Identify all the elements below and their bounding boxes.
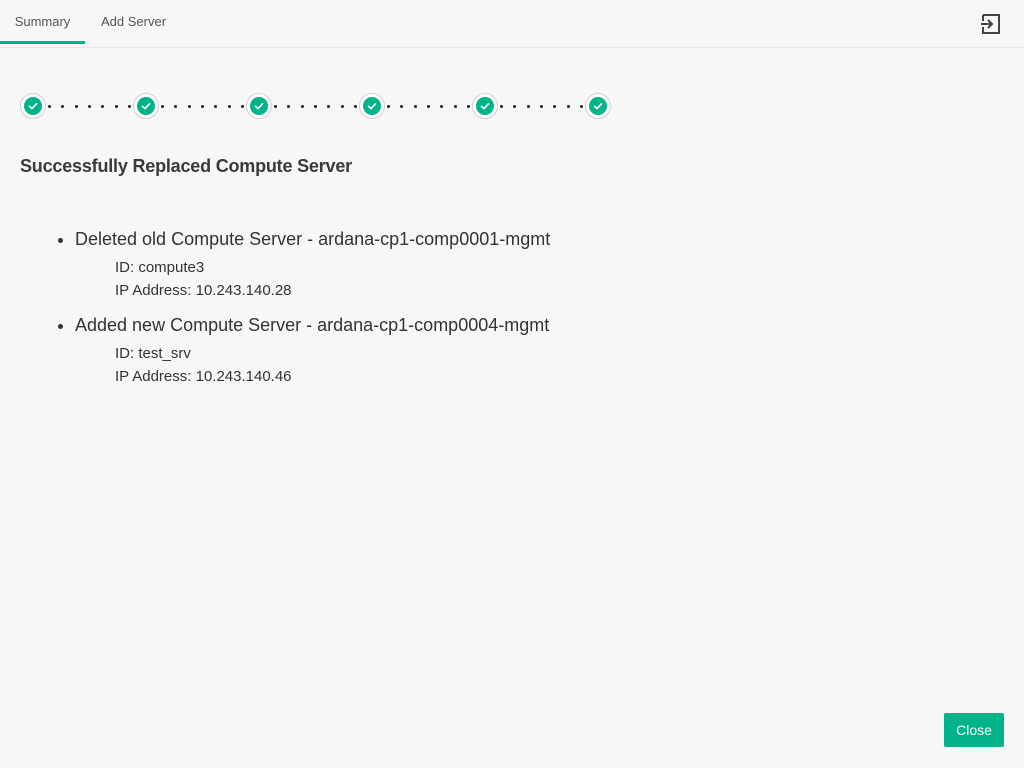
connector-dot bbox=[513, 105, 517, 108]
close-button[interactable]: Close bbox=[944, 713, 1004, 747]
logout-icon-svg bbox=[981, 14, 1000, 34]
connector-dot bbox=[214, 105, 218, 108]
connector-dot bbox=[413, 105, 417, 108]
list-item-title: Deleted old Compute Server - ardana-cp1-… bbox=[75, 229, 551, 249]
checkmark-icon bbox=[28, 103, 38, 110]
connector-dot bbox=[427, 105, 430, 108]
connector-dot bbox=[540, 105, 543, 108]
step-connector bbox=[48, 105, 131, 108]
step-complete-icon bbox=[359, 93, 385, 119]
connector-dot bbox=[440, 105, 444, 108]
server-id: ID: test_srv bbox=[115, 345, 191, 362]
connector-dot bbox=[161, 105, 164, 108]
connector-dot bbox=[400, 105, 404, 108]
step-connector bbox=[387, 105, 470, 108]
connector-dot bbox=[314, 105, 317, 108]
tab-add-server[interactable]: Add Server bbox=[101, 0, 166, 44]
connector-dot bbox=[566, 105, 570, 108]
list-item-title: Added new Compute Server - ardana-cp1-co… bbox=[75, 315, 550, 335]
connector-dot bbox=[201, 105, 204, 108]
connector-dot bbox=[500, 105, 503, 108]
connector-dot bbox=[114, 105, 118, 108]
connector-dot bbox=[526, 105, 530, 108]
connector-dot bbox=[340, 105, 344, 108]
connector-dot bbox=[274, 105, 277, 108]
step-complete-icon bbox=[20, 93, 46, 119]
page-title: Successfully Replaced Compute Server bbox=[20, 156, 352, 176]
result-list: Deleted old Compute Server - ardana-cp1-… bbox=[35, 222, 550, 394]
checkmark-icon bbox=[480, 103, 490, 110]
connector-dot bbox=[74, 105, 78, 108]
connector-dot bbox=[467, 105, 470, 108]
connector-dot bbox=[287, 105, 291, 108]
server-ip-address: IP Address: 10.243.140.28 bbox=[115, 282, 292, 299]
connector-dot bbox=[101, 105, 105, 108]
step-complete-icon bbox=[472, 93, 498, 119]
step-connector bbox=[500, 105, 583, 108]
connector-dot bbox=[553, 105, 557, 108]
connector-dot bbox=[128, 105, 131, 108]
server-id: ID: compute3 bbox=[115, 259, 205, 276]
list-item-added-server: Added new Compute Server - ardana-cp1-co… bbox=[75, 308, 550, 388]
top-nav-bar: Summary Add Server bbox=[0, 0, 1024, 48]
checkmark-icon bbox=[593, 103, 603, 110]
tab-summary[interactable]: Summary bbox=[0, 0, 85, 44]
connector-dot bbox=[227, 105, 231, 108]
step-complete-icon bbox=[133, 93, 159, 119]
step-connector bbox=[274, 105, 357, 108]
connector-dot bbox=[580, 105, 583, 108]
connector-dot bbox=[187, 105, 191, 108]
checkmark-icon bbox=[141, 103, 151, 110]
connector-dot bbox=[61, 105, 65, 108]
connector-dot bbox=[174, 105, 178, 108]
list-item-deleted-server: Deleted old Compute Server - ardana-cp1-… bbox=[75, 222, 550, 302]
progress-stepper bbox=[20, 93, 620, 121]
checkmark-icon bbox=[254, 103, 264, 110]
checkmark-icon bbox=[367, 103, 377, 110]
step-connector bbox=[161, 105, 244, 108]
connector-dot bbox=[354, 105, 357, 108]
logout-icon[interactable] bbox=[980, 13, 1002, 35]
connector-dot bbox=[48, 105, 51, 108]
connector-dot bbox=[300, 105, 304, 108]
step-complete-icon bbox=[585, 93, 611, 119]
step-complete-icon bbox=[246, 93, 272, 119]
connector-dot bbox=[241, 105, 244, 108]
connector-dot bbox=[88, 105, 91, 108]
server-ip-address: IP Address: 10.243.140.46 bbox=[115, 368, 292, 385]
connector-dot bbox=[387, 105, 390, 108]
connector-dot bbox=[453, 105, 457, 108]
connector-dot bbox=[327, 105, 331, 108]
